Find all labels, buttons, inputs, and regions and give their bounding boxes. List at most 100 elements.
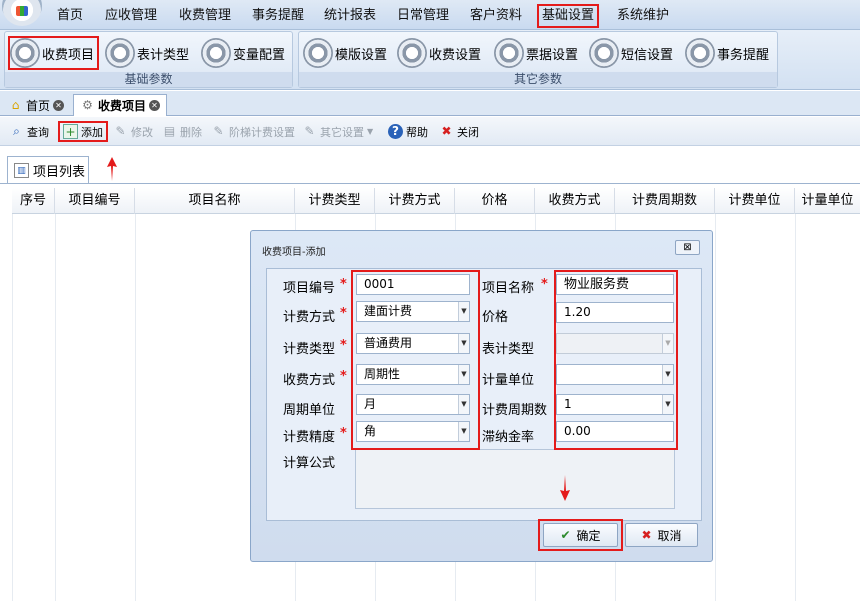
annotation-box xyxy=(351,270,480,450)
field-label: 计费周期数 xyxy=(482,403,548,418)
gear-icon xyxy=(589,38,619,68)
field-label: 表计类型 xyxy=(482,342,535,357)
app-logo-icon xyxy=(2,0,42,26)
edit-button[interactable]: ✎ 修改 xyxy=(113,121,153,142)
help-icon: ? xyxy=(388,124,403,139)
ribbon: 收费项目 表计类型 变量配置 基础参数 模版设置 收费设置 票据设置 短信设置 … xyxy=(0,30,860,90)
field-label: 价格 xyxy=(482,310,509,325)
gear-icon xyxy=(397,38,427,68)
ribbon-group-label: 基础参数 xyxy=(5,72,292,87)
required-mark: * xyxy=(340,277,347,292)
toolbar: ⌕ 查询 + 添加 ✎ 修改 ▤ 删除 ✎ 阶梯计费设置 ✎ 其它设置 ▼ ? 帮助 ✖ 关闭 xyxy=(0,117,860,146)
ribbon-group-other: 模版设置 收费设置 票据设置 短信设置 事务提醒 其它参数 xyxy=(298,31,778,88)
field-label: 计量单位 xyxy=(482,373,535,388)
field-label: 收费方式 xyxy=(283,373,336,388)
field-label: 计费类型 xyxy=(283,342,336,357)
close-icon[interactable]: ✕ xyxy=(149,100,161,111)
ribbon-group-label: 其它参数 xyxy=(299,72,777,87)
close-icon: ✖ xyxy=(641,528,652,542)
formula-textarea[interactable] xyxy=(355,449,675,509)
annotation-box xyxy=(554,270,678,450)
ribbon-variable-config-button[interactable]: 变量配置 xyxy=(201,36,285,70)
gear-icon: ⚙ xyxy=(82,98,93,112)
chevron-down-icon: ▼ xyxy=(367,127,374,136)
col-header[interactable]: 项目名称 xyxy=(135,188,295,214)
menu-bar: 首页 应收管理 收费管理 事务提醒 统计报表 日常管理 客户资料 基础设置 系统… xyxy=(0,0,860,30)
close-button[interactable]: ✖ 关闭 xyxy=(439,121,479,142)
field-label: 周期单位 xyxy=(283,403,336,418)
add-icon: + xyxy=(63,124,78,139)
tab-home[interactable]: ⌂ 首页 ✕ xyxy=(2,94,70,116)
gear-icon xyxy=(10,38,40,68)
gear-icon xyxy=(494,38,524,68)
menu-receivables[interactable]: 应收管理 xyxy=(105,7,157,25)
edit-icon: ✎ xyxy=(213,124,224,138)
menu-basic-settings[interactable]: 基础设置 xyxy=(537,4,600,28)
gear-icon xyxy=(685,38,715,68)
grid-line xyxy=(135,214,136,601)
col-header[interactable]: 计费单位 xyxy=(715,188,795,214)
ribbon-group-basic: 收费项目 表计类型 变量配置 基础参数 xyxy=(4,31,293,88)
field-label: 计算公式 xyxy=(283,456,336,471)
tab-charge-item[interactable]: ⚙ 收费项目 ✕ xyxy=(73,94,168,116)
menu-reports[interactable]: 统计报表 xyxy=(324,7,376,25)
gear-icon xyxy=(201,38,231,68)
field-label: 项目编号 xyxy=(283,281,336,296)
menu-daily[interactable]: 日常管理 xyxy=(397,7,449,25)
delete-button[interactable]: ▤ 删除 xyxy=(162,121,202,142)
search-icon: ⌕ xyxy=(13,124,20,138)
col-header[interactable]: 计费周期数 xyxy=(615,188,715,214)
ribbon-reminder-button[interactable]: 事务提醒 xyxy=(685,36,769,70)
menu-charges[interactable]: 收费管理 xyxy=(179,7,231,25)
menu-system[interactable]: 系统维护 xyxy=(617,7,669,25)
col-header[interactable]: 计费方式 xyxy=(375,188,455,214)
col-header[interactable]: 价格 xyxy=(455,188,535,214)
document-tabbar: ⌂ 首页 ✕ ⚙ 收费项目 ✕ xyxy=(0,91,860,116)
menu-reminders[interactable]: 事务提醒 xyxy=(252,7,304,25)
grid-line xyxy=(795,214,796,601)
delete-icon: ▤ xyxy=(163,124,176,138)
edit-icon: ✎ xyxy=(304,124,315,138)
edit-icon: ✎ xyxy=(115,124,126,138)
col-header[interactable]: 计费类型 xyxy=(295,188,375,214)
cancel-button[interactable]: ✖ 取消 xyxy=(625,523,698,547)
menu-customers[interactable]: 客户资料 xyxy=(470,7,522,25)
tab-item-list[interactable]: ▥ 项目列表 xyxy=(7,156,89,183)
ribbon-sms-settings-button[interactable]: 短信设置 xyxy=(589,36,673,70)
col-header[interactable]: 序号 xyxy=(12,188,55,214)
ribbon-meter-type-button[interactable]: 表计类型 xyxy=(105,36,189,70)
other-settings-button[interactable]: ✎ 其它设置 ▼ xyxy=(302,121,373,142)
col-header[interactable]: 收费方式 xyxy=(535,188,615,214)
close-icon: ✖ xyxy=(441,124,452,138)
menu-home[interactable]: 首页 xyxy=(57,7,83,25)
grid-line xyxy=(12,214,13,601)
col-header[interactable]: 计量单位 xyxy=(795,188,860,214)
chart-icon: ▥ xyxy=(14,162,29,178)
required-mark: * xyxy=(340,369,347,384)
grid-header: 序号 项目编号 项目名称 计费类型 计费方式 价格 收费方式 计费周期数 计费单… xyxy=(12,188,860,214)
help-button[interactable]: ? 帮助 xyxy=(388,121,428,142)
ribbon-charge-settings-button[interactable]: 收费设置 xyxy=(397,36,481,70)
ribbon-charge-item-button[interactable]: 收费项目 xyxy=(8,36,99,70)
required-mark: * xyxy=(340,338,347,353)
dialog-close-button[interactable]: ⊠ xyxy=(675,240,700,255)
ribbon-receipt-settings-button[interactable]: 票据设置 xyxy=(494,36,578,70)
home-icon: ⌂ xyxy=(11,97,20,112)
annotation-arrow-icon xyxy=(560,475,570,501)
field-label: 滞纳金率 xyxy=(482,430,535,445)
required-mark: * xyxy=(541,277,548,292)
ribbon-template-button[interactable]: 模版设置 xyxy=(303,36,387,70)
col-header[interactable]: 项目编号 xyxy=(55,188,135,214)
gear-icon xyxy=(303,38,333,68)
grid-line xyxy=(55,214,56,601)
dialog-title: 收费项目-添加 xyxy=(262,247,326,258)
field-label: 计费精度 xyxy=(283,430,336,445)
field-label: 项目名称 xyxy=(482,281,535,296)
add-button[interactable]: + 添加 xyxy=(58,121,108,142)
ok-button[interactable]: ✔ 确定 xyxy=(543,523,618,547)
required-mark: * xyxy=(340,426,347,441)
query-button[interactable]: ⌕ 查询 xyxy=(9,121,49,142)
tiered-billing-button[interactable]: ✎ 阶梯计费设置 xyxy=(211,121,295,142)
field-label: 计费方式 xyxy=(283,310,336,325)
close-icon[interactable]: ✕ xyxy=(53,99,65,111)
